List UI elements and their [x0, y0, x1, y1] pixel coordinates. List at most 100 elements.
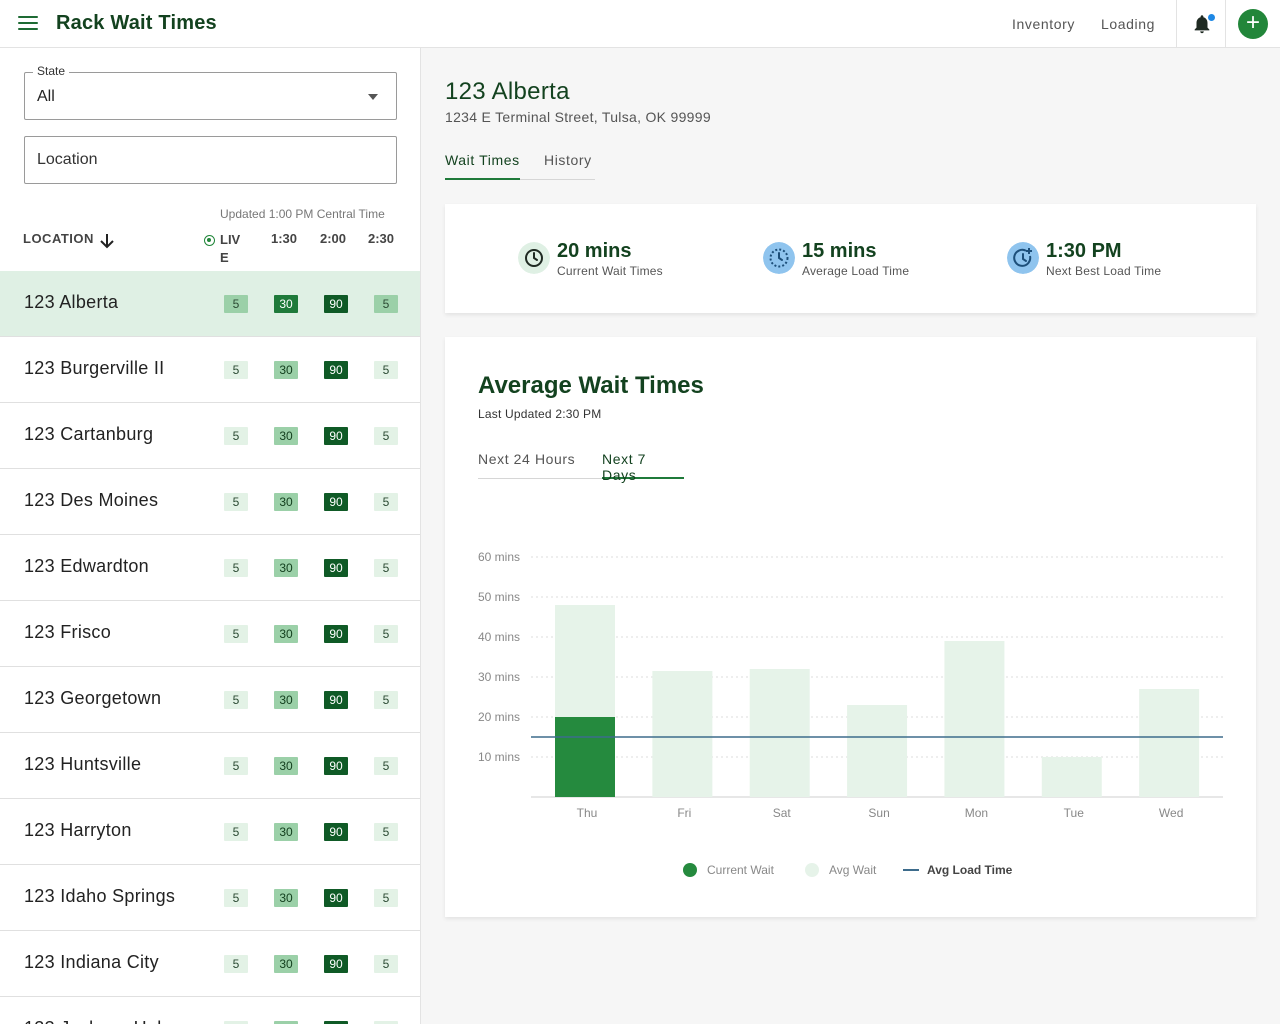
clock-icon: [518, 242, 550, 274]
location-name: 123 Cartanburg: [24, 424, 154, 444]
live-column-header: LIVE: [220, 232, 241, 265]
tab-history[interactable]: History: [544, 152, 592, 176]
wait-value-badge: 5: [224, 889, 248, 907]
time-column-header: 1:30: [271, 231, 298, 246]
wait-value-badge: 30: [274, 625, 298, 643]
location-row[interactable]: 123 Alberta 5 30 90 5: [0, 271, 420, 337]
location-sidebar: State All Updated 1:00 PM Central Time L…: [0, 48, 421, 1024]
wait-value-badge: 5: [224, 955, 248, 973]
menu-icon[interactable]: [18, 16, 38, 32]
stat-value: 15 mins: [802, 240, 877, 262]
avg-wait-bar: [749, 669, 810, 797]
wait-value-badge: 30: [274, 691, 298, 709]
wait-value-badge: 90: [324, 493, 348, 511]
wait-value-badge: 30: [274, 493, 298, 511]
notifications-area: [1176, 0, 1226, 48]
location-field[interactable]: [24, 136, 397, 184]
legend-label: Current Wait: [707, 863, 774, 877]
wait-value-badge: 5: [374, 625, 398, 643]
wait-times-chart: 10 mins 20 mins 30 mins 40 mins 50 mins 60 mi…: [478, 550, 1223, 820]
location-name: 123 Georgetown: [24, 688, 162, 708]
location-name: 123 Edwardton: [24, 556, 149, 576]
wait-value-badge: 5: [224, 295, 248, 313]
wait-value-badge: 5: [374, 427, 398, 445]
notification-badge: [1208, 14, 1215, 21]
wait-value-badge: 5: [224, 493, 248, 511]
wait-value-badge: 30: [274, 361, 298, 379]
wait-value-badge: 30: [274, 427, 298, 445]
location-row[interactable]: 123 Jackson Hole530905: [0, 997, 420, 1024]
stat-value: 20 mins: [557, 240, 632, 262]
nav-inventory-link[interactable]: Inventory: [1012, 16, 1075, 32]
avg-wait-bar: [1041, 757, 1102, 797]
wait-value-badge: 90: [324, 889, 348, 907]
caret-down-icon: [368, 94, 378, 100]
sort-arrow-down-icon[interactable]: [98, 232, 116, 250]
top-bar: Rack Wait Times Inventory Loading +: [0, 0, 1280, 48]
x-tick-label: Wed: [1159, 806, 1183, 820]
location-title: 123 Alberta: [445, 78, 570, 105]
location-row[interactable]: 123 Edwardton 5 30 90 5: [0, 535, 420, 601]
wait-value-badge: 5: [374, 889, 398, 907]
state-value: All: [37, 88, 55, 105]
detail-tabs: Wait Times History: [445, 152, 595, 180]
x-tick-label: Fri: [677, 806, 691, 820]
wait-value-badge: 30: [274, 889, 298, 907]
x-tick-label: Thu: [577, 806, 598, 820]
y-tick-label: 50 mins: [478, 590, 520, 604]
location-row[interactable]: 123 Harryton 5 30 90 5: [0, 799, 420, 865]
wait-value-badge: 90: [324, 559, 348, 577]
wait-value-badge: 5: [224, 625, 248, 643]
location-row[interactable]: 123 Idaho Springs 5 30 90 5: [0, 865, 420, 931]
wait-value-badge: 5: [224, 691, 248, 709]
legend-dot-icon: [683, 863, 697, 877]
y-tick-label: 20 mins: [478, 710, 520, 724]
location-column-header[interactable]: LOCATION: [23, 231, 94, 246]
location-name: 123 Des Moines: [24, 490, 159, 510]
wait-value-badge: 5: [224, 559, 248, 577]
stats-card: 20 mins Current Wait Times 15 mins Avera…: [445, 204, 1256, 313]
wait-value-badge: 5: [374, 823, 398, 841]
location-name: 123 Idaho Springs: [24, 886, 176, 906]
wait-value-badge: 90: [324, 295, 348, 313]
wait-value-badge: 5: [224, 823, 248, 841]
detail-panel: 123 Alberta 1234 E Terminal Street, Tuls…: [421, 48, 1280, 1024]
location-address: 1234 E Terminal Street, Tulsa, OK 99999: [445, 109, 711, 125]
clock-plus-icon: [1007, 242, 1039, 274]
stat-label: Average Load Time: [802, 264, 910, 278]
avg-wait-bar: [847, 705, 908, 797]
avg-wait-bar: [944, 641, 1005, 797]
location-row[interactable]: 123 Frisco 5 30 90 5: [0, 601, 420, 667]
tab-wait-times[interactable]: Wait Times: [445, 152, 520, 180]
x-tick-label: Sat: [773, 806, 792, 820]
location-name: 123 Alberta: [24, 292, 119, 312]
wait-value-badge: 90: [324, 361, 348, 379]
wait-value-badge: 5: [374, 955, 398, 973]
wait-value-badge: 90: [324, 757, 348, 775]
location-row[interactable]: 123 Indiana City 5 30 90 5: [0, 931, 420, 997]
state-label: State: [33, 64, 70, 78]
location-name: 123 Harryton: [24, 820, 132, 840]
wait-value-badge: 5: [224, 361, 248, 379]
add-button[interactable]: +: [1238, 9, 1268, 39]
location-name: 123 Jackson Hole: [24, 1018, 172, 1024]
wait-value-badge: 5: [374, 559, 398, 577]
location-row[interactable]: 123 Des Moines 5 30 90 5: [0, 469, 420, 535]
time-column-header: 2:00: [320, 231, 347, 246]
location-row[interactable]: 123 Georgetown 5 30 90 5: [0, 667, 420, 733]
wait-value-badge: 90: [324, 427, 348, 445]
wait-value-badge: 5: [374, 757, 398, 775]
location-row[interactable]: 123 Huntsville 5 30 90 5: [0, 733, 420, 799]
wait-value-badge: 30: [274, 955, 298, 973]
location-row[interactable]: 123 Burgerville II 5 30 90 5: [0, 337, 420, 403]
wait-value-badge: 5: [374, 295, 398, 313]
location-row[interactable]: 123 Cartanburg 5 30 90 5: [0, 403, 420, 469]
location-name: 123 Indiana City: [24, 952, 159, 972]
wait-value-badge: 5: [224, 427, 248, 445]
wait-value-badge: 90: [324, 955, 348, 973]
nav-loading-link[interactable]: Loading: [1101, 16, 1155, 32]
wait-value-badge: 30: [274, 823, 298, 841]
location-input[interactable]: [25, 137, 396, 183]
x-tick-label: Tue: [1064, 806, 1085, 820]
state-select[interactable]: State All: [24, 64, 397, 120]
